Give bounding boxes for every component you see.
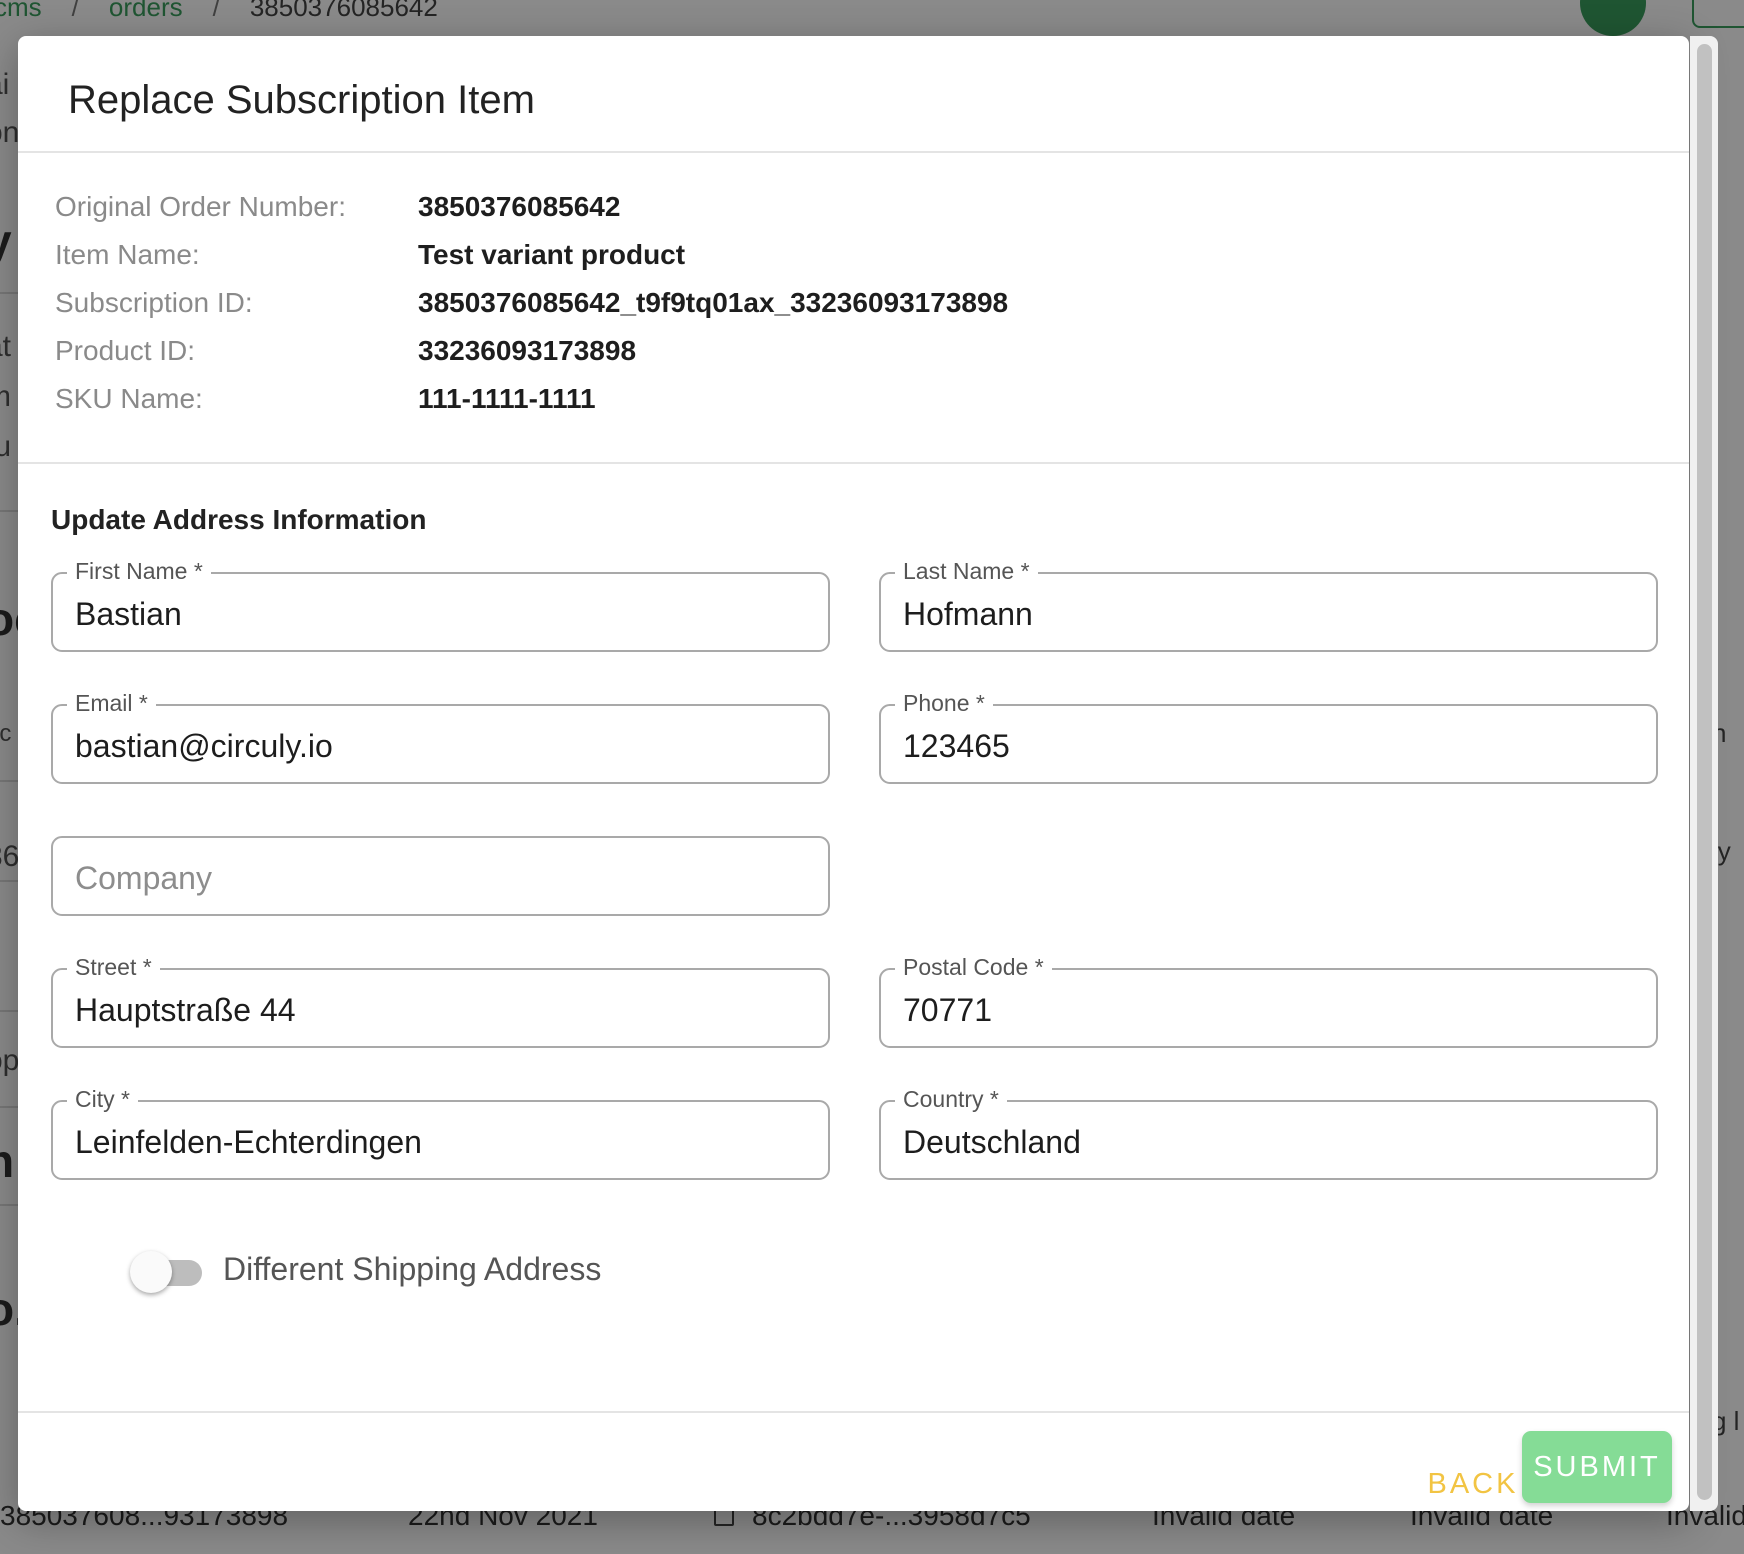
field-label: First Name * (67, 556, 211, 586)
field-value[interactable]: Hauptstraße 44 (75, 990, 806, 1030)
dialog-header: Replace Subscription Item (18, 36, 1689, 153)
address-section-title: Update Address Information (51, 504, 427, 535)
detail-label: Product ID: (55, 335, 196, 366)
replace-subscription-dialog: Replace Subscription Item Original Order… (18, 36, 1689, 1511)
toggle-label[interactable]: Different Shipping Address (223, 1251, 601, 1288)
field-placeholder[interactable]: Company (75, 858, 806, 898)
field-label: Email * (67, 688, 156, 718)
field-value[interactable]: Leinfelden-Echterdingen (75, 1122, 806, 1162)
detail-value: Test variant product (418, 239, 686, 270)
detail-label: Item Name: (55, 239, 200, 270)
detail-value: 33236093173898 (418, 335, 637, 366)
divider (18, 462, 1689, 464)
dialog-title: Replace Subscription Item (68, 78, 535, 122)
field-label: Street * (67, 952, 160, 982)
dialog-scrollbar-thumb[interactable] (1697, 44, 1712, 1500)
detail-label: Subscription ID: (55, 287, 253, 318)
different-shipping-toggle[interactable] (130, 1250, 210, 1294)
last-name-field[interactable]: Last Name * Hofmann (879, 556, 1658, 652)
detail-value: 3850376085642 (418, 191, 621, 222)
postal-code-field[interactable]: Postal Code * 70771 (879, 952, 1658, 1048)
field-label: Country * (895, 1084, 1007, 1114)
submit-button[interactable]: SUBMIT (1522, 1431, 1672, 1503)
first-name-field[interactable]: First Name * Bastian (51, 556, 830, 652)
field-value[interactable]: Deutschland (903, 1122, 1634, 1162)
field-label: Postal Code * (895, 952, 1052, 982)
detail-label: SKU Name: (55, 383, 203, 414)
street-field[interactable]: Street * Hauptstraße 44 (51, 952, 830, 1048)
detail-value: 111-1111-1111 (418, 383, 596, 414)
phone-field[interactable]: Phone * 123465 (879, 688, 1658, 784)
field-value[interactable]: Bastian (75, 594, 806, 634)
field-value[interactable]: bastian@circuly.io (75, 726, 806, 766)
city-field[interactable]: City * Leinfelden-Echterdingen (51, 1084, 830, 1180)
field-label: Phone * (895, 688, 993, 718)
field-value[interactable]: 123465 (903, 726, 1634, 766)
divider (18, 1411, 1689, 1413)
detail-value: 3850376085642_t9f9tq01ax_33236093173898 (418, 287, 1009, 318)
toggle-thumb[interactable] (130, 1251, 172, 1293)
field-label: City * (67, 1084, 138, 1114)
field-label: Last Name * (895, 556, 1038, 586)
company-field[interactable]: Company (51, 836, 830, 916)
field-value[interactable]: Hofmann (903, 594, 1634, 634)
country-field[interactable]: Country * Deutschland (879, 1084, 1658, 1180)
detail-label: Original Order Number: (55, 191, 346, 222)
email-field[interactable]: Email * bastian@circuly.io (51, 688, 830, 784)
field-value[interactable]: 70771 (903, 990, 1634, 1030)
